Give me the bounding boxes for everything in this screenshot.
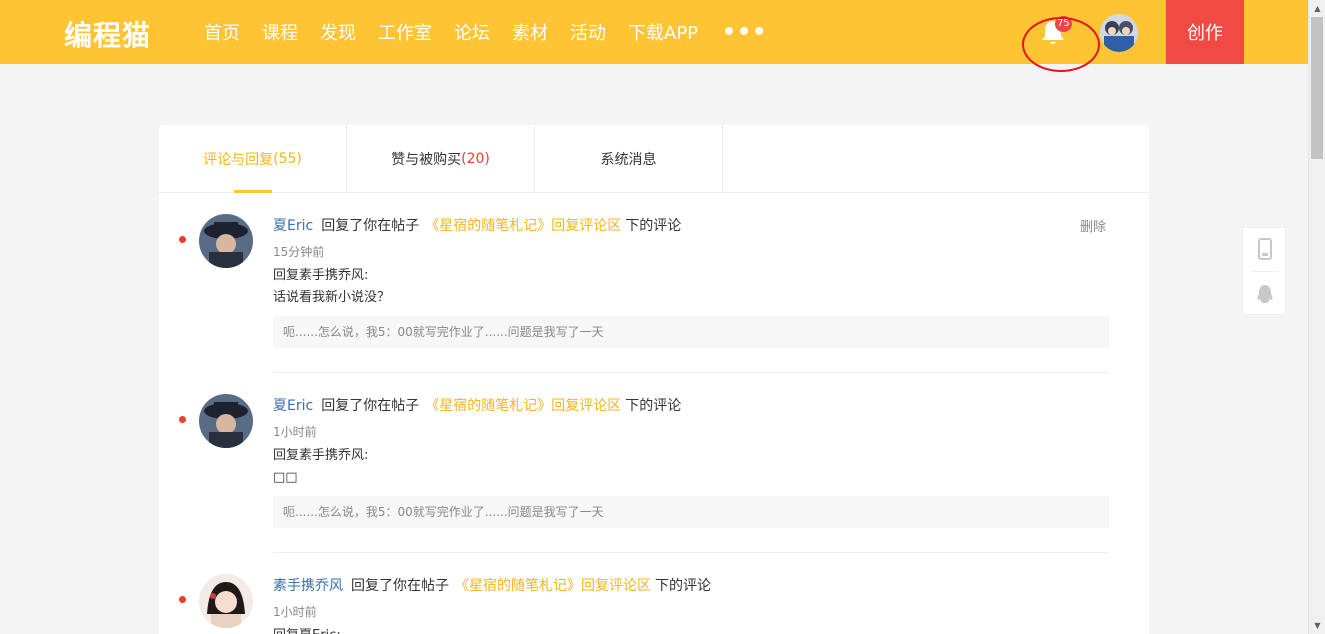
- timestamp: 1小时前: [273, 605, 317, 619]
- scroll-thumb[interactable]: [1311, 17, 1323, 159]
- nav-item-events[interactable]: 活动: [570, 19, 606, 45]
- user-avatar[interactable]: [1100, 14, 1138, 52]
- logo[interactable]: 编程猫: [64, 14, 151, 54]
- notification-line: 夏Eric 回复了你在帖子 《星宿的随笔札记》回复评论区 下的评论: [273, 395, 681, 415]
- nav-item-studio[interactable]: 工作室: [378, 19, 432, 45]
- action-text: 回复了你在帖子: [321, 218, 420, 234]
- timestamp: 15分钟前: [273, 245, 325, 259]
- nav-item-download-app[interactable]: 下载APP: [628, 19, 698, 45]
- reply-content: 回复素手携乔风: 话说看我新小说没？: [273, 265, 390, 309]
- post-link[interactable]: 《星宿的随笔札记》回复评论区: [425, 398, 621, 414]
- tail-text: 下的评论: [625, 218, 682, 234]
- create-button[interactable]: 创作: [1166, 0, 1244, 64]
- avatar[interactable]: [199, 574, 253, 628]
- mobile-icon[interactable]: [1255, 238, 1275, 260]
- action-text: 回复了你在帖子: [351, 578, 449, 594]
- more-icon[interactable]: •••: [722, 20, 767, 45]
- post-link[interactable]: 《星宿的随笔札记》回复评论区: [425, 218, 621, 234]
- messages-panel: 评论与回复 (55) 赞与被购买 (20) 系统消息 夏Eric 回复了你在帖子 《星宿…: [159, 125, 1149, 634]
- main-nav: 首页 课程 发现 工作室 论坛 素材 活动 下载APP •••: [204, 0, 767, 64]
- nav-item-materials[interactable]: 素材: [512, 19, 548, 45]
- avatar[interactable]: [199, 394, 253, 448]
- nav-item-home[interactable]: 首页: [204, 19, 240, 45]
- notification-item: 素手携乔风回复了你在帖子《星宿的随笔札记》回复评论区下的评论 1小时前 回复夏E…: [159, 485, 1149, 634]
- reply-line: 回复素手携乔风:: [273, 448, 369, 463]
- scroll-down-icon[interactable]: ▼: [1309, 617, 1325, 634]
- nav-item-discover[interactable]: 发现: [320, 19, 356, 45]
- notification-line: 夏Eric 回复了你在帖子 《星宿的随笔札记》回复评论区 下的评论: [273, 215, 681, 235]
- avatar[interactable]: [199, 214, 253, 268]
- notification-badge: 75: [1055, 16, 1072, 32]
- reply-line: 回复素手携乔风:: [273, 268, 369, 283]
- tail-text: 下的评论: [655, 578, 711, 594]
- username-link[interactable]: 夏Eric: [273, 398, 313, 414]
- notification-item: 夏Eric 回复了你在帖子 《星宿的随笔札记》回复评论区 下的评论 删除 15分钟前 …: [159, 125, 1149, 373]
- unread-dot: [179, 236, 186, 243]
- notification-line: 素手携乔风 回复了你在帖子 《星宿的随笔札记》回复评论区 下的评论: [273, 575, 711, 595]
- qq-icon[interactable]: [1255, 283, 1275, 305]
- tail-text: 下的评论: [625, 398, 682, 414]
- scrollbar[interactable]: ▲ ▼: [1308, 0, 1325, 634]
- unread-dot: [179, 596, 186, 603]
- unread-dot: [179, 416, 186, 423]
- side-float-toolbar: [1242, 227, 1286, 315]
- reply-line: 回复夏Eric:: [273, 625, 341, 634]
- post-link[interactable]: 《星宿的随笔札记》回复评论区: [455, 578, 651, 594]
- username-link[interactable]: 夏Eric: [273, 218, 313, 234]
- username-link[interactable]: 素手携乔风: [273, 578, 343, 594]
- notification-item: 夏Eric 回复了你在帖子 《星宿的随笔札记》回复评论区 下的评论 1小时前 回复素手…: [159, 305, 1149, 553]
- reply-content: 回复夏Eric:: [273, 625, 341, 634]
- timestamp: 1小时前: [273, 425, 317, 439]
- nav-item-forum[interactable]: 论坛: [454, 19, 490, 45]
- action-text: 回复了你在帖子: [321, 398, 420, 414]
- reply-content: 回复素手携乔风: □□: [273, 445, 368, 489]
- scroll-up-icon[interactable]: ▲: [1309, 0, 1325, 17]
- delete-button[interactable]: 删除: [1080, 216, 1106, 235]
- divider: [1251, 271, 1279, 272]
- nav-item-courses[interactable]: 课程: [262, 19, 298, 45]
